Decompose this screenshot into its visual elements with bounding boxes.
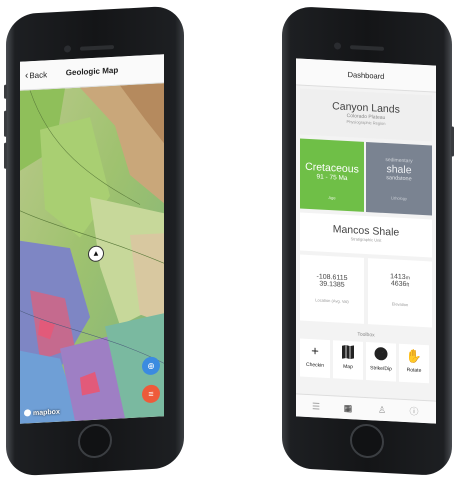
grid-icon[interactable]: ▦ <box>342 402 354 415</box>
front-camera <box>334 42 341 50</box>
tool-label: Map <box>343 363 353 371</box>
age-range: 91 - 75 <box>316 173 337 182</box>
crosshair-icon: ⊕ <box>147 360 155 372</box>
tool-label: Rotate <box>406 367 422 374</box>
dashboard-screen: Dashboard Canyon Lands Colorado Plateau … <box>296 58 436 424</box>
lithology-card[interactable]: sedimentary shale sandstone Lithology <box>366 142 432 216</box>
person-icon[interactable]: ♙ <box>376 404 388 417</box>
power-button <box>451 126 454 157</box>
mapbox-attribution: mapbox <box>33 408 60 418</box>
strike-dip-tool-button[interactable]: Strike/Dip <box>366 342 396 382</box>
unit-card[interactable]: Mancos Shale Stratigraphic Unit <box>300 212 432 258</box>
tool-label: Strike/Dip <box>370 365 392 373</box>
page-title: Dashboard <box>347 70 385 81</box>
home-button[interactable] <box>78 423 112 459</box>
front-camera <box>64 45 71 53</box>
page-title: Geologic Map <box>65 65 119 78</box>
location-caption: Location (Avg. Val) <box>315 297 349 305</box>
home-button[interactable] <box>350 423 384 459</box>
elevation-card[interactable]: 1413m 4636ft Elevation <box>368 258 432 328</box>
map-screen: ‹Back Geologic Map ▲ ⊕ ≡ mapbox <box>20 54 164 424</box>
location-card[interactable]: -108.6115 39.1385 Location (Avg. Val) <box>300 254 364 324</box>
compass-icon <box>366 346 396 364</box>
region-card[interactable]: Canyon Lands Colorado Plateau Physiograp… <box>300 88 432 142</box>
rotate-tool-button[interactable]: ✋ Rotate <box>399 343 429 384</box>
rotate-hand-icon: ✋ <box>405 348 423 364</box>
menu-icon: ≡ <box>148 388 154 400</box>
elevation-feet: 4636 <box>390 280 407 289</box>
volume-down-button <box>4 142 7 169</box>
mapbox-icon <box>24 409 31 417</box>
earpiece-speaker <box>80 45 114 51</box>
age-caption: Age <box>328 195 336 201</box>
rock-caption: Lithology <box>390 195 407 202</box>
checkin-tool-button[interactable]: + Checkin <box>300 338 330 379</box>
age-card[interactable]: Cretaceous 91 - 75 Ma Age <box>300 138 364 212</box>
elevation-caption: Elevation <box>391 301 409 308</box>
tool-label: Checkin <box>305 361 325 369</box>
elevation-ft-unit: ft <box>406 282 410 289</box>
earpiece-speaker <box>350 45 384 51</box>
plus-icon: + <box>311 343 319 359</box>
mute-switch <box>4 84 7 99</box>
map-icon <box>333 344 363 362</box>
age-unit: Ma <box>338 174 348 183</box>
help-icon[interactable]: ⓘ <box>408 405 420 418</box>
map-tool-button[interactable]: Map <box>333 340 363 380</box>
list-icon[interactable]: ☰ <box>310 400 322 413</box>
volume-up-button <box>4 110 7 137</box>
